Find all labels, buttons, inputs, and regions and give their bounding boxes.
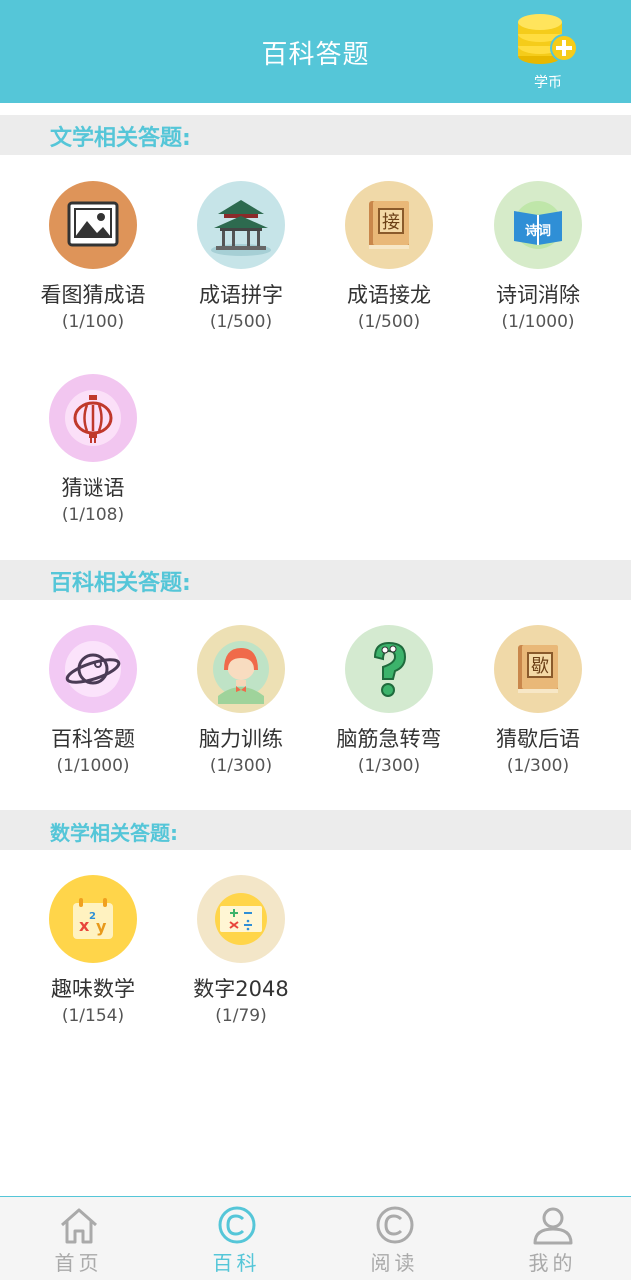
item-name: 脑力训练 [199, 727, 283, 751]
item-progress: (1/100) [61, 312, 125, 332]
quiz-item-idiom-spell[interactable]: 成语拼字 (1/500) [166, 181, 316, 341]
section-title: 百科相关答题: [50, 571, 191, 596]
section-math-header: 数学相关答题: [0, 810, 631, 850]
lantern-icon [49, 374, 137, 462]
item-name: 成语接龙 [347, 283, 431, 307]
item-name: 猜谜语 [61, 476, 125, 500]
book-glyph: 歇 [531, 656, 549, 677]
item-name: 看图猜成语 [40, 283, 146, 307]
quiz-item-xiehouyu[interactable]: 歇 猜歇后语 (1/300) [463, 625, 613, 785]
nav-tab-reading[interactable]: 阅读 [316, 1197, 473, 1280]
item-name: 成语拼字 [199, 283, 283, 307]
nav-label: 百科 [212, 1251, 261, 1275]
book-glyph: 接 [382, 212, 400, 233]
item-name: 趣味数学 [51, 977, 135, 1001]
section-title: 文学相关答题: [50, 126, 191, 151]
item-progress: (1/108) [61, 505, 125, 525]
item-progress: (1/79) [215, 1006, 267, 1026]
item-progress: (1/1000) [501, 312, 575, 332]
nav-tab-encyclopedia[interactable]: 百科 [158, 1197, 315, 1280]
pavilion-icon [197, 181, 285, 269]
svg-text:2: 2 [89, 911, 96, 922]
question-mark-icon [345, 625, 433, 713]
item-progress: (1/1000) [56, 756, 130, 776]
item-progress: (1/300) [209, 756, 273, 776]
math-xy-icon: x 2 y [49, 875, 137, 963]
quiz-item-brain-teaser[interactable]: 脑筋急转弯 (1/300) [314, 625, 464, 785]
item-progress: (1/154) [61, 1006, 125, 1026]
quiz-item-poetry-clear[interactable]: 诗词 诗词消除 (1/1000) [463, 181, 613, 341]
picture-icon [49, 181, 137, 269]
item-progress: (1/300) [357, 756, 421, 776]
copyright-icon [218, 1206, 256, 1244]
book-jie-icon: 接 [345, 181, 433, 269]
quiz-item-encyclopedia[interactable]: 百科答题 (1/1000) [18, 625, 168, 785]
quiz-item-idiom-chain[interactable]: 接 成语接龙 (1/500) [314, 181, 464, 341]
quiz-item-riddle[interactable]: 猜谜语 (1/108) [18, 374, 168, 534]
poetry-book-icon: 诗词 [494, 181, 582, 269]
home-icon [61, 1208, 97, 1244]
svg-text:y: y [96, 917, 107, 936]
coins-label: 学币 [534, 75, 562, 91]
planet-icon [49, 625, 137, 713]
copyright-icon [376, 1206, 414, 1244]
section-title: 数学相关答题: [50, 821, 178, 845]
coins-button[interactable]: 学币 [514, 12, 582, 92]
item-name: 脑筋急转弯 [336, 727, 442, 751]
nav-tab-mine[interactable]: 我的 [474, 1197, 631, 1280]
section-literature-header: 文学相关答题: [0, 115, 631, 155]
item-name: 数字2048 [193, 977, 289, 1001]
quiz-item-brain-training[interactable]: 脑力训练 (1/300) [166, 625, 316, 785]
quiz-item-picture-idiom[interactable]: 看图猜成语 (1/100) [18, 181, 168, 341]
user-icon [533, 1207, 573, 1245]
quiz-item-number-2048[interactable]: 数字2048 (1/79) [166, 875, 316, 1035]
nav-tab-home[interactable]: 首页 [0, 1197, 157, 1280]
girl-avatar-icon [197, 625, 285, 713]
coin-stack-icon [518, 14, 578, 64]
nav-label: 阅读 [370, 1251, 419, 1275]
bottom-nav: 首页 百科 阅读 我的 [0, 1196, 631, 1280]
item-name: 诗词消除 [496, 283, 580, 307]
section-encyclopedia-header: 百科相关答题: [0, 560, 631, 600]
book-xie-icon: 歇 [494, 625, 582, 713]
item-progress: (1/500) [357, 312, 421, 332]
nav-label: 我的 [528, 1251, 577, 1275]
item-name: 猜歇后语 [496, 727, 580, 751]
quiz-item-fun-math[interactable]: x 2 y 趣味数学 (1/154) [18, 875, 168, 1035]
nav-label: 首页 [54, 1251, 103, 1275]
item-progress: (1/300) [506, 756, 570, 776]
item-name: 百科答题 [51, 727, 135, 751]
book-glyph: 诗词 [525, 223, 551, 239]
item-progress: (1/500) [209, 312, 273, 332]
arithmetic-icon [197, 875, 285, 963]
app-header: 百科答题 学币 [0, 0, 631, 103]
